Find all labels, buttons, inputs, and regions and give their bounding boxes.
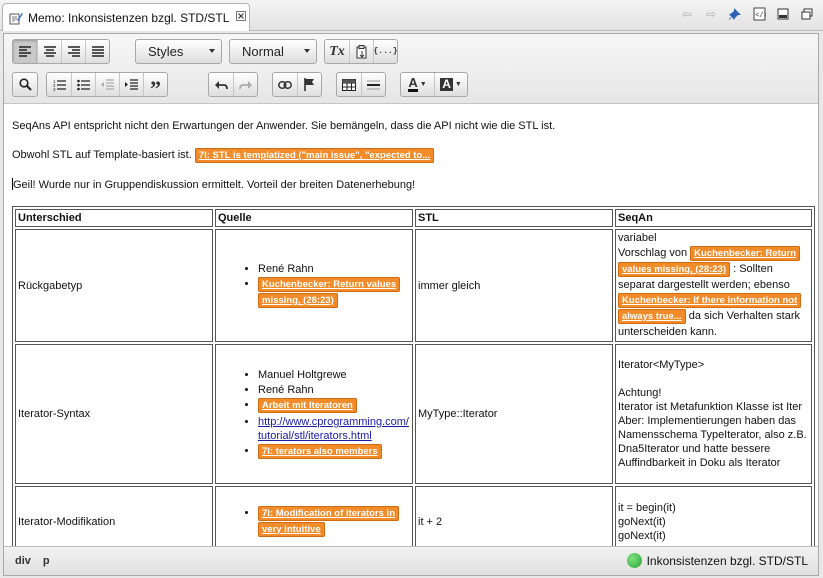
align-right-icon[interactable] [61, 40, 85, 63]
list-indent-group: 123 ” [46, 72, 168, 100]
history-group [208, 72, 258, 97]
list-item: 7l: terators also members [258, 444, 410, 460]
seqan-cell: it = begin(it) goNext(it) goNext(it) [615, 486, 812, 546]
row-label: Iterator-Modifikation [15, 486, 213, 546]
styles-select[interactable]: Styles [135, 39, 222, 64]
comment-tag[interactable]: 7l: STL is templatized ("main issue", "e… [194, 148, 435, 163]
table-header-row: Unterschied Quelle STL SeqAn [15, 209, 812, 227]
row-label: Iterator-Syntax [15, 344, 213, 484]
comment-tag[interactable]: 7l: Modification of iterators in very in… [258, 506, 400, 537]
pin-icon[interactable] [727, 6, 743, 22]
remove-format-icon[interactable]: Tx [325, 40, 349, 63]
styles-select-value: Styles [148, 44, 184, 59]
status-bar: div p Inkonsistenzen bzgl. STD/STL [4, 546, 818, 575]
element-path-p[interactable]: p [43, 555, 50, 567]
stl-cell: immer gleich [415, 229, 613, 342]
status-label: Inkonsistenzen bzgl. STD/STL [646, 553, 808, 568]
window-toolbar: ⇦ ⇨ </> [679, 6, 815, 22]
list-item: Arbeit mit Iteratoren [258, 398, 410, 414]
alignment-group [12, 39, 110, 64]
format-select-value: Normal [242, 44, 284, 59]
svg-text:3: 3 [53, 87, 56, 91]
source-cell: René Rahn Kuchenbecker: Return values mi… [215, 229, 413, 342]
format-tools-group: Tx {...} [324, 39, 398, 64]
align-center-icon[interactable] [37, 40, 61, 63]
memo-tab[interactable]: Memo: Inkonsistenzen bzgl. STD/STL [2, 3, 250, 31]
horizontal-rule-icon[interactable] [361, 73, 385, 96]
forward-arrow-icon[interactable]: ⇨ [703, 6, 719, 22]
list-item: http://www.cprogramming.com/ tutorial/st… [258, 415, 410, 443]
seqan-cell: variabel Vorschlag von Kuchenbecker: Ret… [615, 229, 812, 342]
background-color-icon[interactable]: A ▼ [434, 73, 467, 96]
indent-icon[interactable] [119, 73, 143, 96]
column-header: Quelle [215, 209, 413, 227]
anchor-flag-icon[interactable] [297, 73, 321, 96]
close-icon[interactable] [236, 11, 247, 24]
comment-tag[interactable]: 7l: terators also members [258, 444, 382, 459]
editor-tab-bar: Memo: Inkonsistenzen bzgl. STD/STL ⇦ ⇨ <… [0, 0, 823, 31]
list-item: Kuchenbecker: Return values missing, (28… [258, 277, 410, 309]
source-cell: 7l: Modification of iterators in very in… [215, 486, 413, 546]
comment-tag[interactable]: Arbeit mit Iteratoren [258, 398, 357, 413]
seqan-cell: Iterator<MyType> Achtung! Iterator ist M… [615, 344, 812, 484]
svg-text:</>: </> [755, 12, 766, 20]
list-item: Manuel Holtgrewe [258, 368, 410, 382]
align-justify-icon[interactable] [85, 40, 109, 63]
row-label: Rückgabetyp [15, 229, 213, 342]
element-path-div[interactable]: div [15, 555, 31, 567]
source-code-icon[interactable]: {...} [373, 40, 398, 63]
column-header: SeqAn [615, 209, 812, 227]
comment-tag[interactable]: Kuchenbecker: Return values missing, (28… [258, 277, 401, 308]
maximize-icon[interactable] [799, 6, 815, 22]
text-color-icon[interactable]: A ▼ [401, 73, 434, 96]
link-icon[interactable] [273, 73, 297, 96]
blockquote-icon[interactable]: ” [143, 73, 167, 100]
paragraph-2: Obwohl STL auf Template-basiert ist. 7l:… [12, 148, 435, 163]
stl-cell: MyType::Iterator [415, 344, 613, 484]
align-left-icon[interactable] [13, 40, 37, 63]
redo-icon[interactable] [233, 73, 257, 96]
column-header: Unterschied [15, 209, 213, 227]
table-row: Rückgabetyp René Rahn Kuchenbecker: Retu… [15, 229, 812, 342]
bulleted-list-icon[interactable] [71, 73, 95, 96]
find-icon[interactable] [13, 73, 37, 96]
comparison-table: Unterschied Quelle STL SeqAn Rückgabetyp… [12, 206, 815, 546]
outdent-icon[interactable] [95, 73, 119, 96]
numbered-list-icon[interactable]: 123 [47, 73, 71, 96]
find-group [12, 72, 38, 97]
source-icon[interactable]: </> [751, 6, 767, 22]
format-select[interactable]: Normal [229, 39, 317, 64]
list-item: 7l: Modification of iterators in very in… [258, 506, 410, 538]
link-group [272, 72, 322, 97]
rich-text-editor: Styles Normal Tx {...} 123 ” A ▼ A ▼ Seq… [3, 33, 819, 576]
table-icon[interactable] [337, 73, 361, 96]
table-row: Iterator-Syntax Manuel Holtgrewe René Ra… [15, 344, 812, 484]
chevron-down-icon [304, 49, 310, 53]
back-arrow-icon[interactable]: ⇦ [679, 6, 695, 22]
paragraph-1: SeqAns API entspricht nicht den Erwartun… [12, 120, 556, 132]
table-row: Iterator-Modifikation 7l: Modification o… [15, 486, 812, 546]
color-group: A ▼ A ▼ [400, 72, 468, 97]
minimize-icon[interactable] [775, 6, 791, 22]
undo-icon[interactable] [209, 73, 233, 96]
column-header: STL [415, 209, 613, 227]
paste-icon[interactable] [349, 40, 373, 63]
editor-content[interactable]: SeqAns API entspricht nicht den Erwartun… [4, 105, 818, 546]
list-item: René Rahn [258, 262, 410, 276]
list-item: René Rahn [258, 383, 410, 397]
tab-title: Memo: Inkonsistenzen bzgl. STD/STL [28, 10, 230, 25]
paragraph-3: Geil! Wurde nur in Gruppendiskussion erm… [12, 178, 416, 191]
status-indicator-icon [626, 553, 642, 568]
memo-edit-icon [9, 11, 23, 25]
editor-toolbar: Styles Normal Tx {...} 123 ” A ▼ A ▼ [4, 34, 818, 104]
external-link[interactable]: http://www.cprogramming.com/ tutorial/st… [258, 416, 409, 442]
stl-cell: it + 2 [415, 486, 613, 546]
source-cell: Manuel Holtgrewe René Rahn Arbeit mit It… [215, 344, 413, 484]
table-group [336, 72, 386, 97]
chevron-down-icon [209, 49, 215, 53]
memo-status: Inkonsistenzen bzgl. STD/STL [626, 553, 808, 568]
